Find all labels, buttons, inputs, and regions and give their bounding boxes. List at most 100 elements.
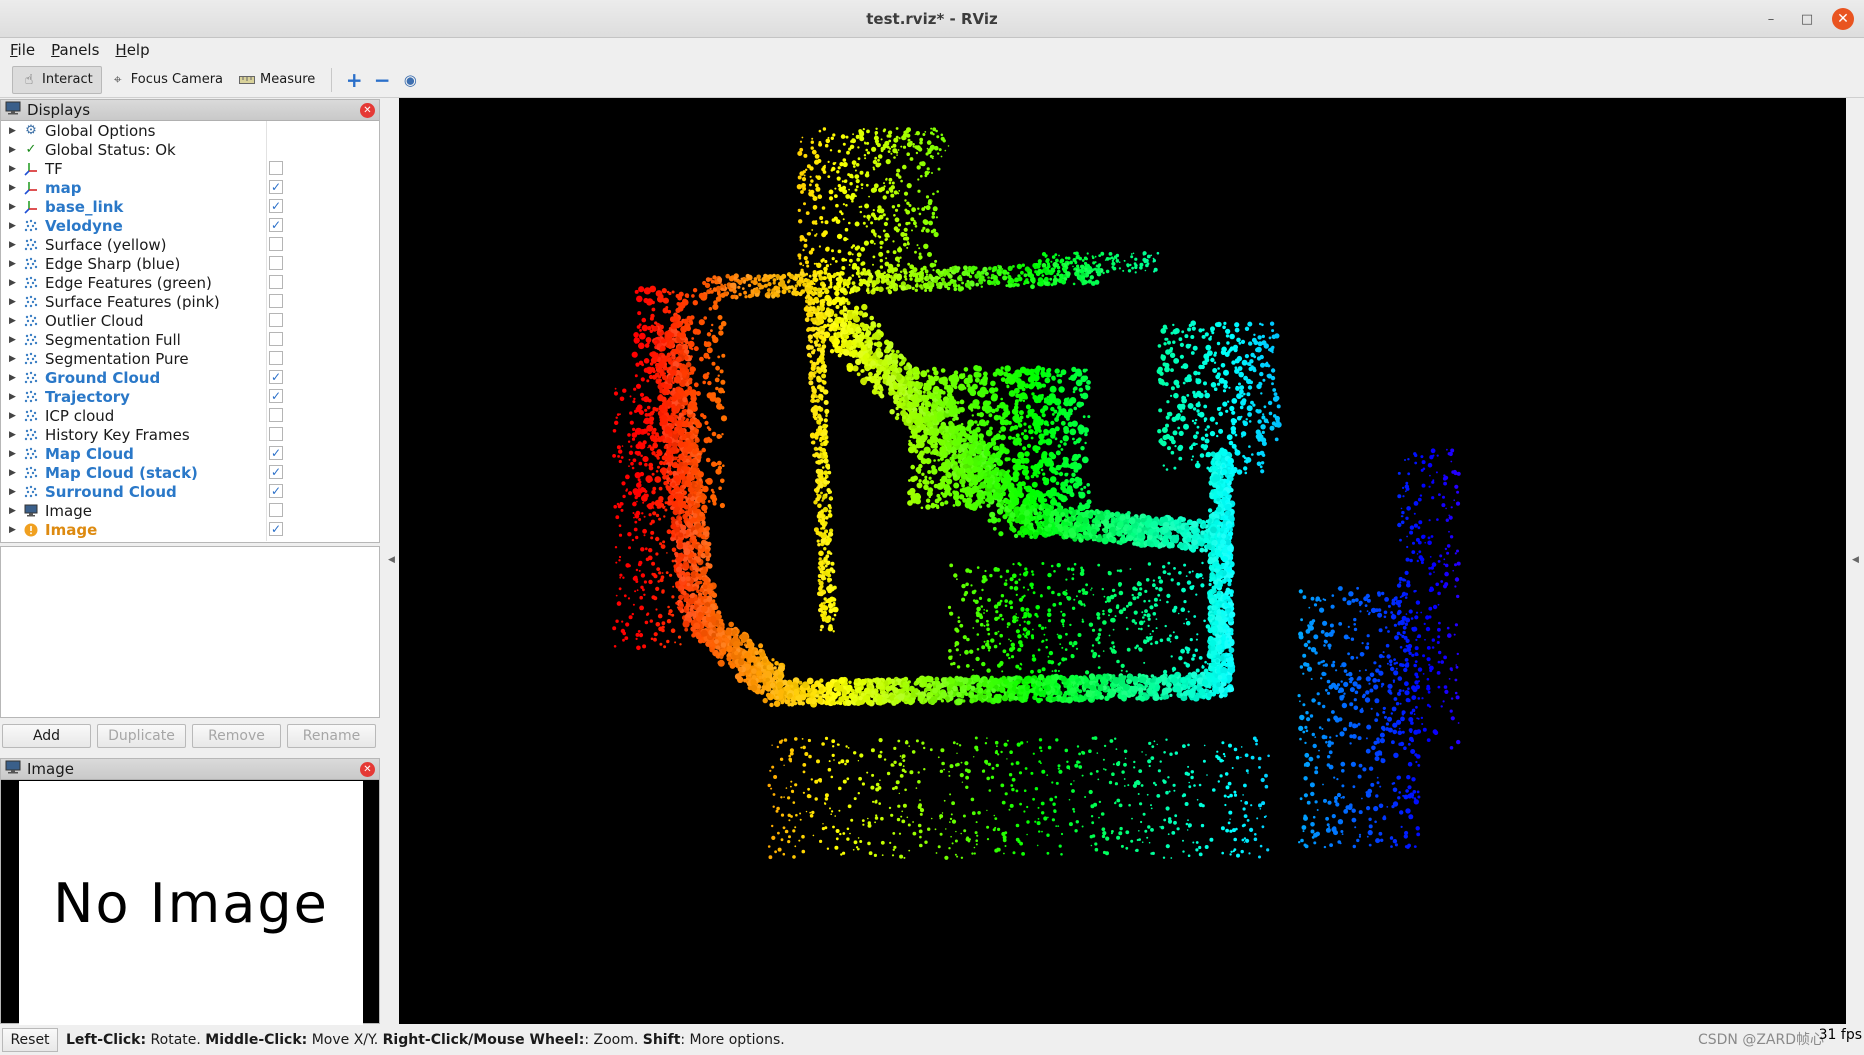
display-enabled-checkbox[interactable] <box>269 332 283 346</box>
display-item-edge-sharp-blue[interactable]: ▶ Edge Sharp (blue) <box>1 254 379 273</box>
tool-bar: ☝ Interact ⌖ Focus Camera Measure + − ◉ <box>0 62 1864 98</box>
monitor-icon-svg <box>5 101 21 115</box>
display-item-label: Velodyne <box>45 216 123 235</box>
display-item-map-cloud[interactable]: ▶ Map Cloud ✓ <box>1 444 379 463</box>
menu-file[interactable]: File <box>10 41 35 59</box>
close-panel-icon[interactable]: ✕ <box>360 103 375 118</box>
display-item-image[interactable]: ▶ Image ✓ <box>1 520 379 539</box>
display-enabled-checkbox[interactable] <box>269 408 283 422</box>
remove-tool-icon[interactable]: − <box>368 66 396 94</box>
expand-arrow-icon[interactable]: ▶ <box>9 335 17 345</box>
monitor-icon <box>5 760 21 778</box>
add-tool-icon[interactable]: + <box>340 66 368 94</box>
watermark-text: CSDN @ZARD帧心 <box>1697 1032 1824 1048</box>
display-enabled-checkbox[interactable] <box>269 503 283 517</box>
display-item-history-key-frames[interactable]: ▶ History Key Frames <box>1 425 379 444</box>
expand-arrow-icon[interactable]: ▶ <box>9 411 17 421</box>
display-item-trajectory[interactable]: ▶ Trajectory ✓ <box>1 387 379 406</box>
display-item-surface-features-pink[interactable]: ▶ Surface Features (pink) <box>1 292 379 311</box>
expand-arrow-icon[interactable]: ▶ <box>9 240 17 250</box>
display-enabled-checkbox[interactable]: ✓ <box>269 446 283 460</box>
menu-panels-mnemonic: P <box>51 41 60 59</box>
display-enabled-checkbox[interactable]: ✓ <box>269 370 283 384</box>
display-enabled-checkbox[interactable]: ✓ <box>269 199 283 213</box>
display-enabled-checkbox[interactable] <box>269 313 283 327</box>
expand-arrow-icon[interactable]: ▶ <box>9 392 17 402</box>
display-item-global-options[interactable]: ▶ ⚙ Global Options <box>1 121 379 140</box>
expand-arrow-icon[interactable]: ▶ <box>9 164 17 174</box>
display-item-base-link[interactable]: ▶ base_link ✓ <box>1 197 379 216</box>
expand-arrow-icon[interactable]: ▶ <box>9 525 17 535</box>
menu-help[interactable]: Help <box>115 41 149 59</box>
display-item-map-cloud-stack[interactable]: ▶ Map Cloud (stack) ✓ <box>1 463 379 482</box>
expand-arrow-icon[interactable]: ▶ <box>9 278 17 288</box>
display-enabled-checkbox[interactable] <box>269 427 283 441</box>
display-enabled-checkbox[interactable] <box>269 275 283 289</box>
focus-camera-tool-button[interactable]: ⌖ Focus Camera <box>102 66 231 94</box>
display-item-global-status-ok[interactable]: ▶ ✓ Global Status: Ok <box>1 140 379 159</box>
measure-tool-button[interactable]: Measure <box>231 66 323 94</box>
display-item-label: Ground Cloud <box>45 368 161 387</box>
rename-display-button[interactable]: Rename <box>287 724 376 748</box>
expand-arrow-icon[interactable]: ▶ <box>9 354 17 364</box>
right-splitter-handle[interactable]: ◀ <box>1852 555 1859 565</box>
display-item-surface-yellow[interactable]: ▶ Surface (yellow) <box>1 235 379 254</box>
close-window-button[interactable]: ✕ <box>1832 8 1854 30</box>
render-viewport[interactable] <box>399 98 1846 1024</box>
display-enabled-checkbox[interactable] <box>269 351 283 365</box>
add-display-button[interactable]: Add <box>2 724 91 748</box>
duplicate-display-button[interactable]: Duplicate <box>97 724 186 748</box>
display-item-segmentation-pure[interactable]: ▶ Segmentation Pure <box>1 349 379 368</box>
close-panel-icon[interactable]: ✕ <box>360 762 375 777</box>
pointcloud-icon <box>23 465 39 481</box>
expand-arrow-icon[interactable]: ▶ <box>9 506 17 516</box>
display-enabled-checkbox[interactable]: ✓ <box>269 484 283 498</box>
remove-display-button[interactable]: Remove <box>192 724 281 748</box>
display-item-ground-cloud[interactable]: ▶ Ground Cloud ✓ <box>1 368 379 387</box>
pointcloud-icon <box>23 370 39 386</box>
expand-arrow-icon[interactable]: ▶ <box>9 468 17 478</box>
display-item-label: Surround Cloud <box>45 482 177 501</box>
eye-view-icon[interactable]: ◉ <box>396 66 424 94</box>
display-enabled-checkbox[interactable] <box>269 294 283 308</box>
display-enabled-checkbox[interactable] <box>269 256 283 270</box>
interact-tool-button[interactable]: ☝ Interact <box>12 65 102 94</box>
expand-arrow-icon[interactable]: ▶ <box>9 183 17 193</box>
display-item-surround-cloud[interactable]: ▶ Surround Cloud ✓ <box>1 482 379 501</box>
display-item-label: TF <box>45 159 63 178</box>
ruler-icon <box>239 72 256 88</box>
display-enabled-checkbox[interactable]: ✓ <box>269 465 283 479</box>
expand-arrow-icon[interactable]: ▶ <box>9 126 17 136</box>
pointcloud-icon <box>23 218 39 234</box>
reset-button[interactable]: Reset <box>2 1028 58 1052</box>
display-item-segmentation-full[interactable]: ▶ Segmentation Full <box>1 330 379 349</box>
display-enabled-checkbox[interactable] <box>269 161 283 175</box>
display-item-image[interactable]: ▶ Image <box>1 501 379 520</box>
display-item-velodyne[interactable]: ▶ Velodyne ✓ <box>1 216 379 235</box>
displays-tree: ▶ ⚙ Global Options ▶ ✓ Global Status: Ok ▶ TF ▶ m… <box>1 121 379 539</box>
expand-arrow-icon[interactable]: ▶ <box>9 221 17 231</box>
menu-panels[interactable]: Panels <box>51 41 99 59</box>
expand-arrow-icon[interactable]: ▶ <box>9 316 17 326</box>
expand-arrow-icon[interactable]: ▶ <box>9 430 17 440</box>
display-item-map[interactable]: ▶ map ✓ <box>1 178 379 197</box>
display-enabled-checkbox[interactable] <box>269 237 283 251</box>
expand-arrow-icon[interactable]: ▶ <box>9 259 17 269</box>
display-item-tf[interactable]: ▶ TF <box>1 159 379 178</box>
display-item-outlier-cloud[interactable]: ▶ Outlier Cloud <box>1 311 379 330</box>
expand-arrow-icon[interactable]: ▶ <box>9 202 17 212</box>
expand-arrow-icon[interactable]: ▶ <box>9 487 17 497</box>
left-splitter-handle[interactable]: ◀ <box>388 555 395 565</box>
minimize-button[interactable]: – <box>1760 8 1782 30</box>
display-enabled-checkbox[interactable]: ✓ <box>269 389 283 403</box>
display-enabled-checkbox[interactable]: ✓ <box>269 218 283 232</box>
expand-arrow-icon[interactable]: ▶ <box>9 449 17 459</box>
display-item-edge-features-green[interactable]: ▶ Edge Features (green) <box>1 273 379 292</box>
display-enabled-checkbox[interactable]: ✓ <box>269 522 283 536</box>
expand-arrow-icon[interactable]: ▶ <box>9 145 17 155</box>
display-enabled-checkbox[interactable]: ✓ <box>269 180 283 194</box>
maximize-button[interactable]: □ <box>1796 8 1818 30</box>
expand-arrow-icon[interactable]: ▶ <box>9 297 17 307</box>
display-item-icp-cloud[interactable]: ▶ ICP cloud <box>1 406 379 425</box>
expand-arrow-icon[interactable]: ▶ <box>9 373 17 383</box>
